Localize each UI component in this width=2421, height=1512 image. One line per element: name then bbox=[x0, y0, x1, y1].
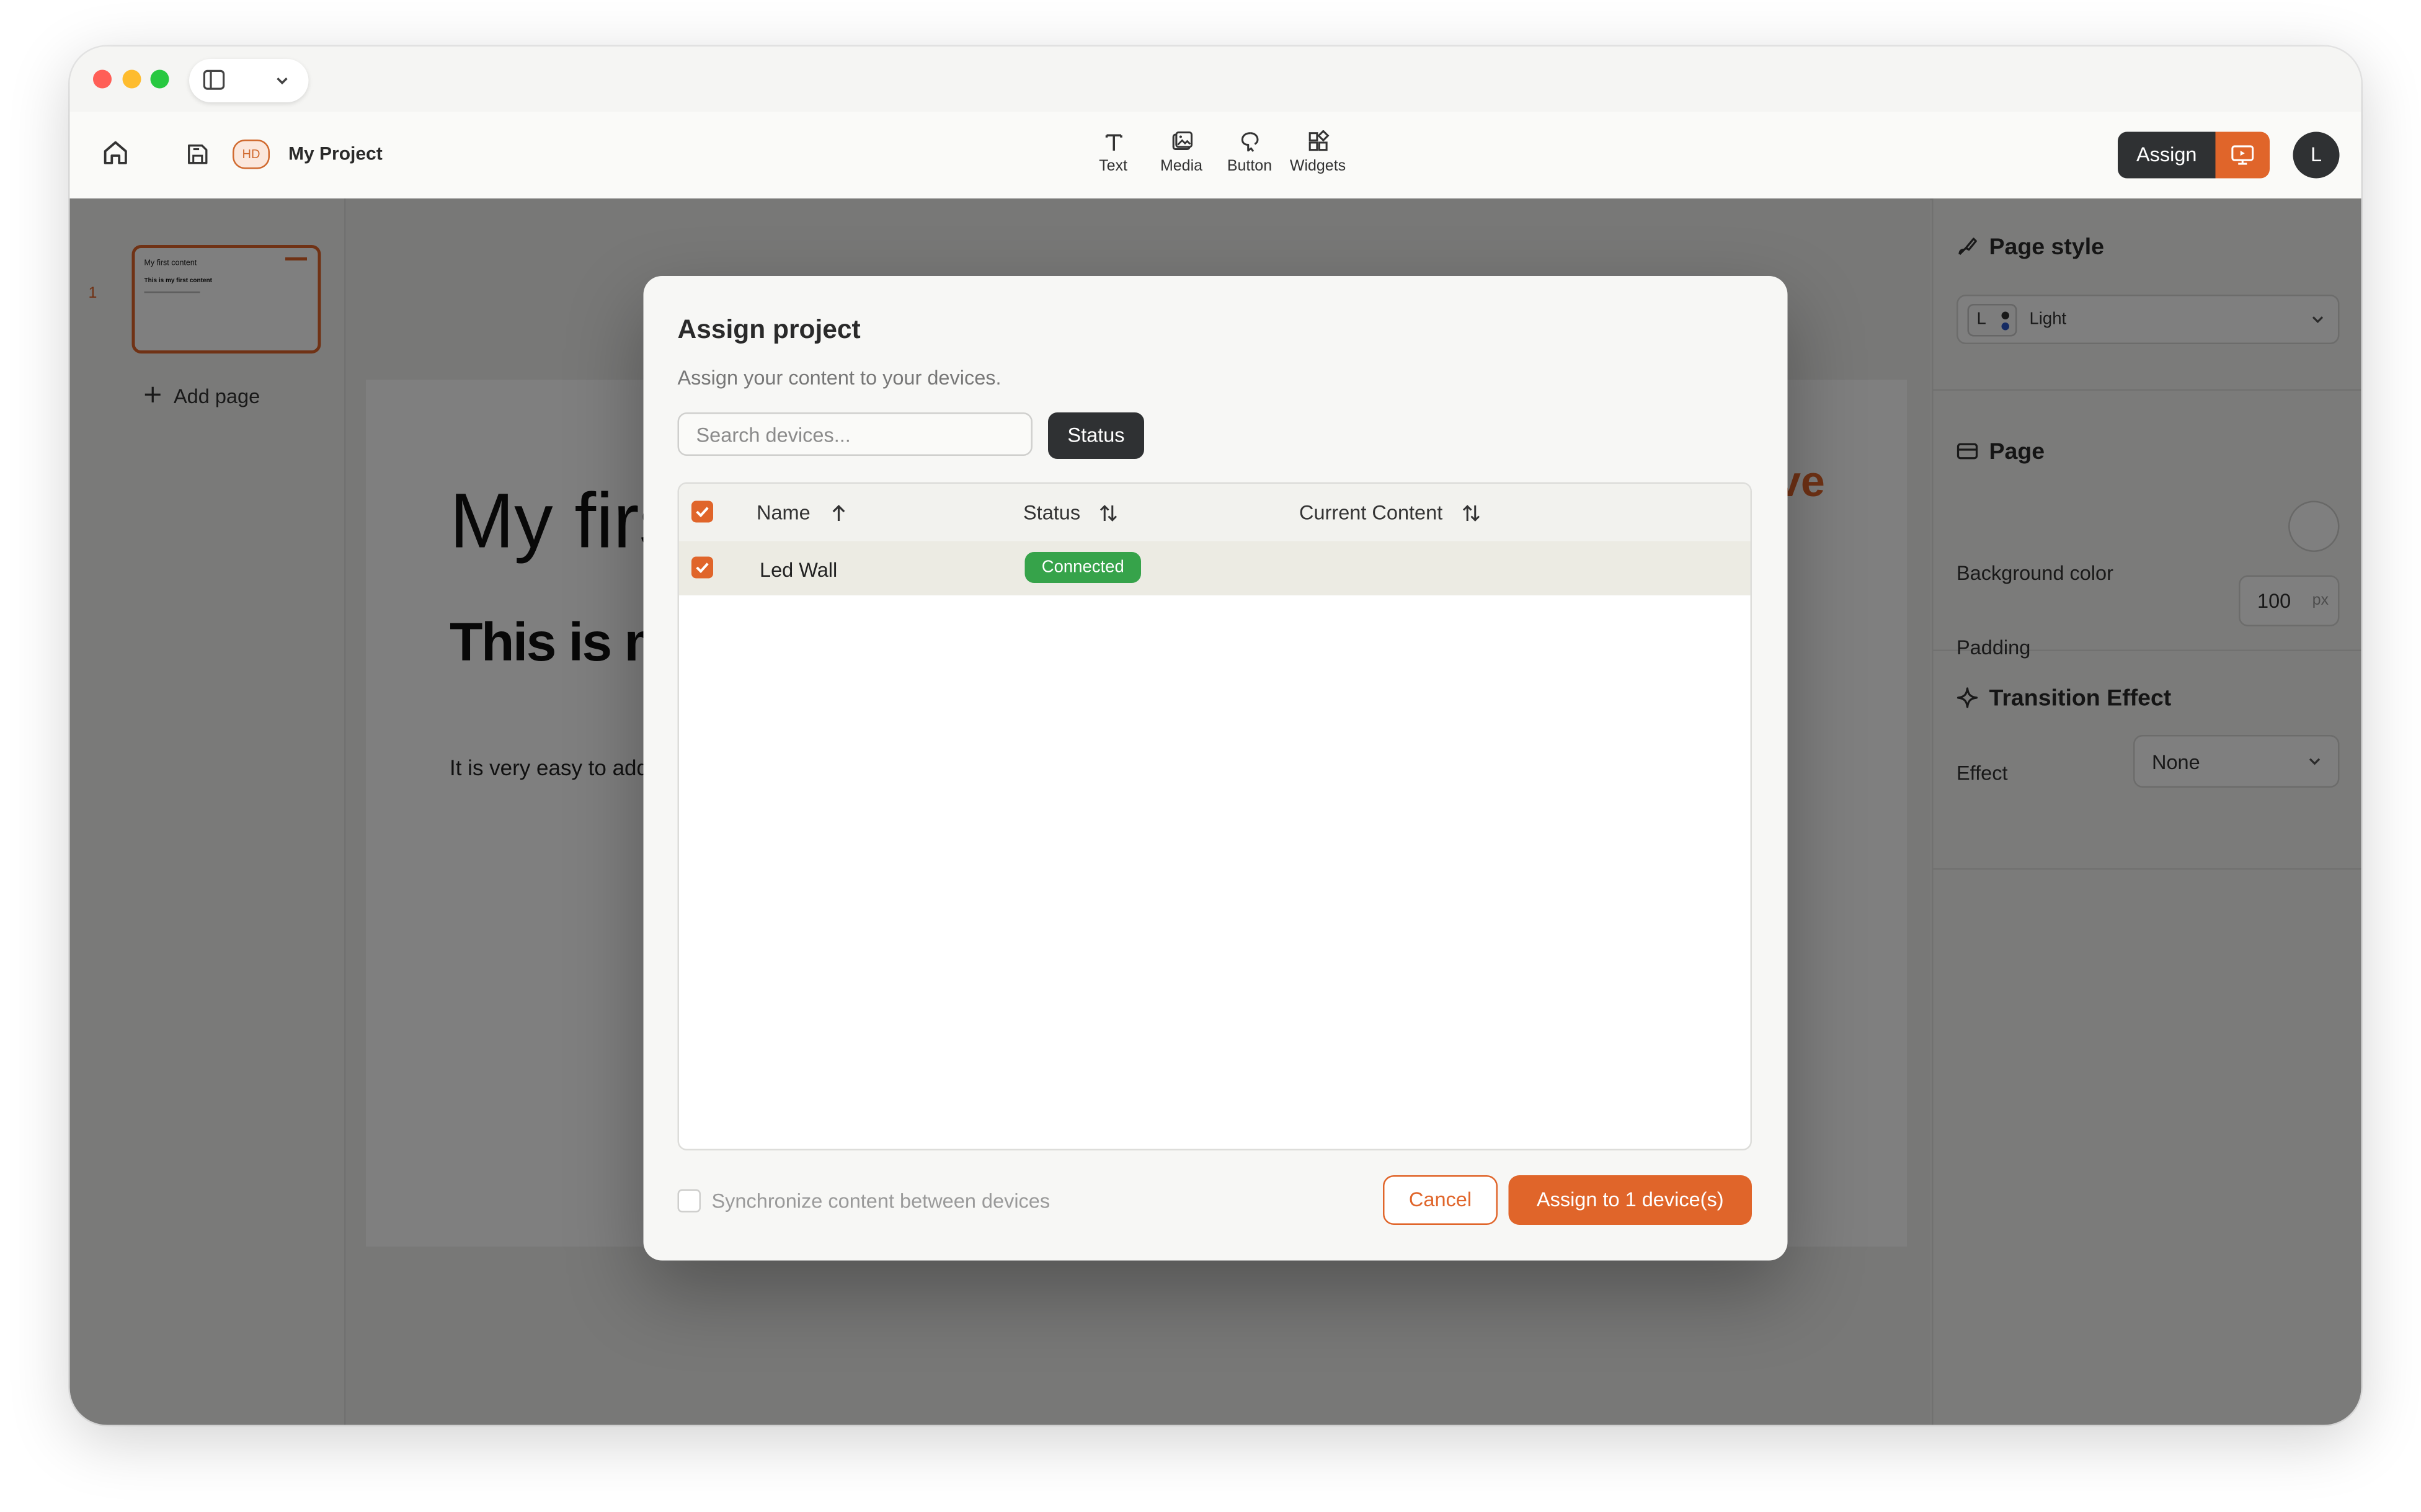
checkmark-icon bbox=[696, 563, 709, 574]
sidebar-toggle-button[interactable] bbox=[189, 59, 309, 102]
table-header: Name Status Current Content bbox=[679, 484, 1751, 543]
cast-icon bbox=[2231, 145, 2254, 165]
tool-media-button[interactable]: Media bbox=[1146, 130, 1217, 176]
chevron-down-icon bbox=[277, 78, 288, 85]
tool-label: Media bbox=[1160, 158, 1203, 176]
cancel-button[interactable]: Cancel bbox=[1383, 1175, 1498, 1225]
tool-label: Button bbox=[1227, 158, 1273, 176]
checkmark-icon bbox=[696, 507, 709, 518]
user-avatar[interactable]: L bbox=[2293, 131, 2340, 179]
media-icon bbox=[1171, 131, 1192, 150]
sort-icon bbox=[1099, 505, 1117, 522]
assign-button[interactable]: Assign bbox=[2118, 131, 2216, 179]
editor-toolbar: HD My Project Text Media Button Widgets … bbox=[69, 112, 2361, 200]
status-filter-button[interactable]: Status bbox=[1048, 412, 1144, 459]
assign-to-devices-button[interactable]: Assign to 1 device(s) bbox=[1508, 1175, 1752, 1225]
sort-icon bbox=[1462, 505, 1479, 522]
minimize-window-button[interactable] bbox=[122, 69, 141, 89]
tool-text-button[interactable]: Text bbox=[1078, 130, 1149, 176]
save-icon[interactable] bbox=[186, 143, 210, 166]
cast-to-device-button[interactable] bbox=[2215, 131, 2270, 179]
dialog-title: Assign project bbox=[677, 314, 861, 345]
title-bar bbox=[69, 47, 2361, 113]
tool-label: Text bbox=[1099, 158, 1127, 176]
button-icon bbox=[1240, 132, 1258, 152]
quality-badge: HD bbox=[233, 140, 270, 169]
sync-content-label[interactable]: Synchronize content between devices bbox=[712, 1190, 1051, 1213]
project-title[interactable]: My Project bbox=[288, 143, 383, 164]
text-icon bbox=[1104, 134, 1122, 151]
assign-project-dialog: Assign project Assign your content to yo… bbox=[643, 276, 1788, 1261]
table-row[interactable]: Led Wall Connected bbox=[679, 541, 1751, 595]
zoom-window-button[interactable] bbox=[150, 69, 169, 89]
tool-label: Widgets bbox=[1289, 158, 1346, 176]
column-status-header[interactable]: Status bbox=[1023, 501, 1117, 524]
column-name-header[interactable]: Name bbox=[757, 501, 848, 524]
assign-button-group: Assign bbox=[2118, 131, 2270, 179]
row-checkbox[interactable] bbox=[691, 556, 713, 579]
home-icon[interactable] bbox=[101, 138, 131, 168]
sidebar-icon bbox=[203, 69, 225, 90]
devices-table: Name Status Current Content Led Wall Con… bbox=[677, 482, 1752, 1150]
tool-button-button[interactable]: Button bbox=[1214, 130, 1286, 176]
dialog-subtitle: Assign your content to your devices. bbox=[677, 366, 1002, 389]
search-devices-input[interactable] bbox=[677, 412, 1033, 456]
widgets-icon bbox=[1308, 130, 1329, 151]
status-badge: Connected bbox=[1024, 552, 1141, 583]
sort-ascending-icon bbox=[832, 504, 845, 521]
select-all-checkbox[interactable] bbox=[691, 500, 713, 523]
column-current-content-header[interactable]: Current Content bbox=[1299, 501, 1480, 524]
close-window-button[interactable] bbox=[93, 69, 112, 89]
tool-widgets-button[interactable]: Widgets bbox=[1282, 130, 1354, 176]
sync-content-checkbox[interactable] bbox=[677, 1189, 701, 1212]
device-name: Led Wall bbox=[760, 558, 838, 582]
